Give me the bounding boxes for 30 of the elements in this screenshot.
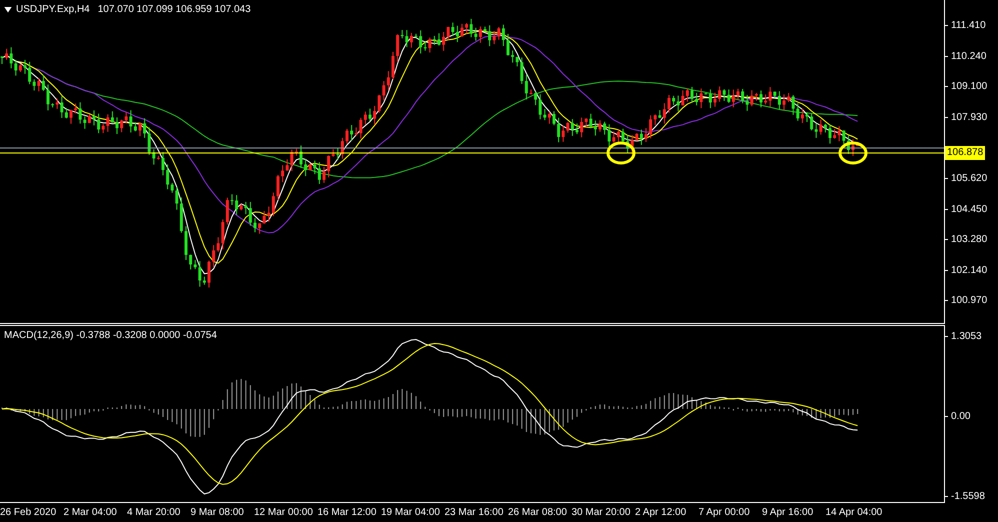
time-label: 14 Apr 04:00 [826, 506, 884, 520]
symbol-label: USDJPY.Exp,H4 [16, 3, 90, 17]
price-label: 100.970 [951, 294, 988, 308]
price-label: 102.140 [951, 264, 988, 278]
price-label: 104.450 [951, 202, 988, 217]
macd-value-label: 1.3053 [951, 330, 982, 344]
time-label: 16 Mar 12:00 [318, 506, 378, 520]
price-label: 110.240 [951, 50, 986, 64]
time-label: 9 Mar 08:00 [190, 506, 245, 520]
ohlc-values: 107.070 107.099 106.959 107.043 [98, 3, 251, 17]
macd-value-label: 0.00 [951, 410, 970, 424]
time-label: 9 Apr 16:00 [762, 506, 814, 520]
time-label: 26 Feb 2020 [0, 506, 58, 520]
time-label: 2 Apr 12:00 [635, 506, 688, 520]
price-label: 111.410 [951, 19, 986, 33]
time-label: 30 Mar 20:00 [572, 506, 632, 520]
time-label: 4 Mar 20:00 [127, 506, 182, 520]
time-label: 19 Mar 04:00 [381, 506, 441, 520]
time-label: 7 Apr 00:00 [698, 506, 751, 520]
macd-value-label: -1.5598 [951, 490, 985, 504]
price-label: 109.100 [951, 80, 988, 94]
price-label: 107.930 [951, 110, 988, 125]
price-label: 105.620 [951, 172, 988, 186]
time-label: 2 Mar 04:00 [64, 506, 118, 520]
price-label: 103.280 [951, 233, 988, 248]
time-label: 12 Mar 00:00 [254, 506, 314, 520]
macd-label: MACD(12,26,9) -0.3788 -0.3208 0.0000 -0.0754 [4, 329, 217, 343]
time-label: 23 Mar 16:00 [444, 506, 504, 520]
time-label: 26 Mar 08:00 [508, 506, 568, 520]
current-price-label: 106.878 [945, 146, 986, 160]
